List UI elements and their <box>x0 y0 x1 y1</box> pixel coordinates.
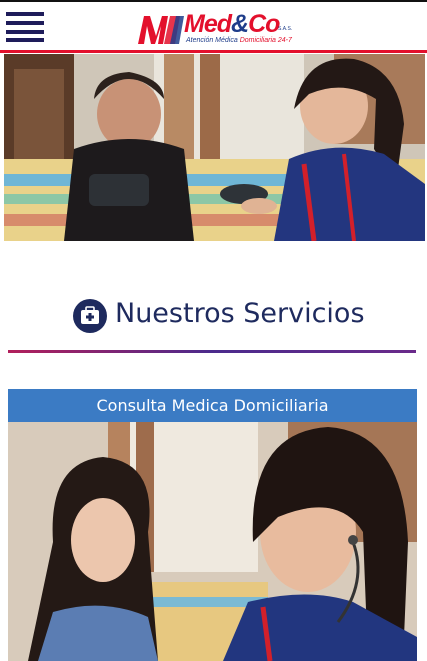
header-accent-rule <box>0 50 427 53</box>
hamburger-menu-icon[interactable] <box>6 12 44 42</box>
menu-bar <box>6 21 44 25</box>
logo-suffix: S.A.S. <box>278 26 293 32</box>
service-card-image[interactable] <box>8 422 417 661</box>
services-heading: Nuestros Servicios <box>0 290 427 340</box>
menu-bar <box>6 12 44 16</box>
service-card[interactable]: Consulta Medica Domiciliaria <box>8 389 417 661</box>
nurse-stethoscope-photo <box>8 422 417 661</box>
nurse-taking-blood-pressure-photo <box>4 54 425 241</box>
service-card-header: Consulta Medica Domiciliaria <box>8 389 417 422</box>
medical-kit-icon <box>73 299 107 333</box>
menu-bar <box>6 30 44 34</box>
brand-logo[interactable]: Med&Co S.A.S. Atención Médica Domiciliar… <box>136 10 296 48</box>
service-card-title[interactable]: Consulta Medica Domiciliaria <box>8 389 417 422</box>
menu-bar <box>6 38 44 42</box>
section-title: Nuestros Servicios <box>115 298 365 329</box>
logo-wordmark: Med&Co <box>184 10 280 38</box>
logo-m-mark-icon <box>138 16 184 44</box>
logo-tagline: Atención Médica Domiciliaria 24-7 <box>186 37 292 44</box>
section-divider <box>8 350 416 353</box>
site-header: Med&Co S.A.S. Atención Médica Domiciliar… <box>0 0 427 50</box>
hero-image <box>4 54 425 241</box>
